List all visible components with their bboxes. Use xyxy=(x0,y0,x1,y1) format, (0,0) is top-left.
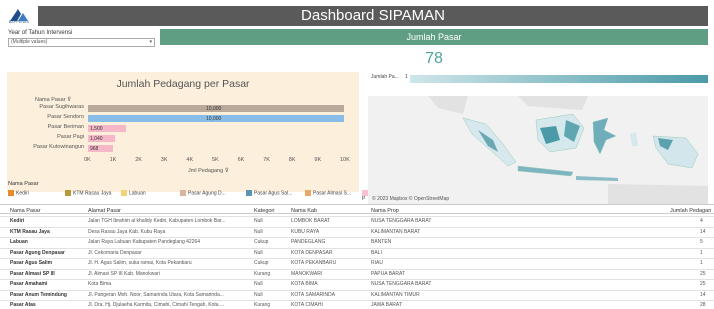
row-divider xyxy=(0,226,714,228)
column-header[interactable]: Alamat Pasar xyxy=(88,208,121,214)
table-cell: Jalan TGH Ibrahim al khalidy Kediri, Kab… xyxy=(88,218,226,224)
table-cell: 1 xyxy=(700,249,703,256)
table-cell: Kurang xyxy=(254,302,271,308)
table-cell: Kota Bima xyxy=(88,281,112,287)
table-cell: Null xyxy=(254,218,263,224)
table-cell: Jl. H. Agus Salim, suka ramai, Kota Peka… xyxy=(88,260,192,266)
table-cell: Pasar Almasi SP III xyxy=(10,270,55,277)
table-cell: JAWA BARAT xyxy=(371,302,402,308)
column-header[interactable]: Jumlah Pedagan xyxy=(670,208,711,214)
table-cell: LOMBOK BARAT xyxy=(291,218,331,224)
table-cell: 28 xyxy=(700,302,706,308)
table-cell: PAPUA BARAT xyxy=(371,270,405,277)
column-header[interactable]: Kategori xyxy=(254,208,275,214)
table-cell: Kurang xyxy=(254,270,271,277)
table-cell: 14 xyxy=(700,228,706,235)
column-header[interactable]: Nama Kab xyxy=(291,208,317,214)
table-cell: Jalan Raya Labuan Kabupaten Pandeglang 4… xyxy=(88,239,201,245)
table-cell: 1 xyxy=(700,260,703,266)
column-header[interactable]: Nama Prop xyxy=(371,208,399,214)
table-cell: Pasar Agus Salim xyxy=(10,260,53,266)
table-cell: 25 xyxy=(700,281,706,287)
table-cell: Pasar Anum Temindung xyxy=(10,291,67,298)
table-cell: PANDEGLANG xyxy=(291,239,326,245)
row-divider xyxy=(0,247,714,249)
table-cell: Desa Rasau Jaya Kab. Kubu Raya xyxy=(88,228,166,235)
table-cell: KOTA DENPASAR xyxy=(291,249,333,256)
table-cell: BANTEN xyxy=(371,239,392,245)
table-cell: KOTA SAMARINDA xyxy=(291,291,336,298)
table-cell: 25 xyxy=(700,270,706,277)
table-cell: Null xyxy=(254,249,263,256)
table-cell: KOTA BIMA xyxy=(291,281,318,287)
row-divider xyxy=(0,268,714,270)
table-cell: Cukup xyxy=(254,260,269,266)
table-cell: Pasar Amahami xyxy=(10,281,48,287)
table-cell: BALI xyxy=(371,249,382,256)
data-table: Nama Pasar Alamat Pasar Kategori Nama Kab Na… xyxy=(0,0,714,309)
row-divider xyxy=(0,237,714,238)
table-cell: MANOKWARI xyxy=(291,270,323,277)
table-cell: Null xyxy=(254,291,263,298)
table-cell: Labuan xyxy=(10,239,28,245)
table-cell: Kediri xyxy=(10,218,25,224)
row-divider xyxy=(0,289,714,291)
row-divider xyxy=(0,279,714,280)
table-cell: Pasar Agung Denpasar xyxy=(10,249,65,256)
row-divider xyxy=(0,258,714,259)
table-cell: Null xyxy=(254,281,263,287)
table-cell: KUBU RAYA xyxy=(291,228,320,235)
table-cell: 5 xyxy=(700,239,703,245)
table-cell: 4 xyxy=(700,218,703,224)
table-cell: Jl. Cekomaria Denpasar xyxy=(88,249,142,256)
table-cell: Pasar Atas xyxy=(10,302,36,308)
table-cell: Null xyxy=(254,228,263,235)
table-cell: RIAU xyxy=(371,260,383,266)
table-cell: NUSA TENGGARA BARAT xyxy=(371,218,432,224)
row-divider xyxy=(0,216,714,217)
column-header[interactable]: Nama Pasar xyxy=(10,208,41,214)
table-cell: NUSA TENGGARA BARAT xyxy=(371,281,432,287)
table-cell: KALIMANTAN TIMUR xyxy=(371,291,420,298)
table-cell: KOTA PEKANBARU xyxy=(291,260,337,266)
table-cell: 14 xyxy=(700,291,706,298)
row-divider xyxy=(0,300,714,301)
table-cell: KOTA CIMAHI xyxy=(291,302,323,308)
table-cell: Jl. Dra. Hj. Djulaeha Karmita, Cimahi, C… xyxy=(88,302,225,308)
table-cell: Jl. Almasi SP III Kab. Manokwari xyxy=(88,270,160,277)
table-cell: Cukup xyxy=(254,239,269,245)
table-cell: KALIMANTAN BARAT xyxy=(371,228,421,235)
table-cell: Jl. Pangeran Moh. Noor, Samarinda Utara,… xyxy=(88,291,224,298)
table-cell: KTM Rasau Jaya xyxy=(10,228,50,235)
